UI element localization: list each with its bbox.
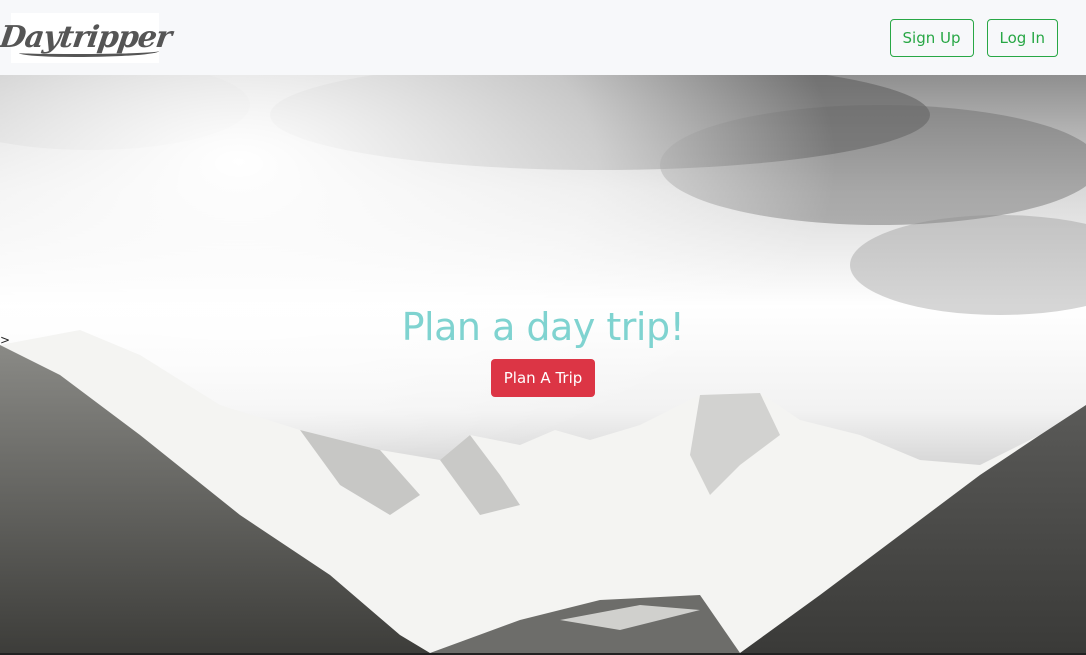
logo-swoosh — [19, 47, 159, 57]
logo[interactable]: Daytripper — [0, 12, 173, 63]
hero-title: Plan a day trip! — [401, 305, 685, 349]
login-button[interactable]: Log In — [986, 18, 1058, 57]
nav-buttons: Sign Up Log In — [889, 18, 1058, 57]
plan-trip-button[interactable]: Plan A Trip — [490, 359, 596, 397]
signup-button[interactable]: Sign Up — [889, 18, 974, 57]
edge-arrow-glyph: > — [0, 333, 11, 347]
hero-banner: Plan a day trip! Plan A Trip — [0, 75, 1086, 653]
navbar: Daytripper Sign Up Log In — [0, 0, 1086, 75]
hero-content: Plan a day trip! Plan A Trip — [0, 305, 1086, 397]
